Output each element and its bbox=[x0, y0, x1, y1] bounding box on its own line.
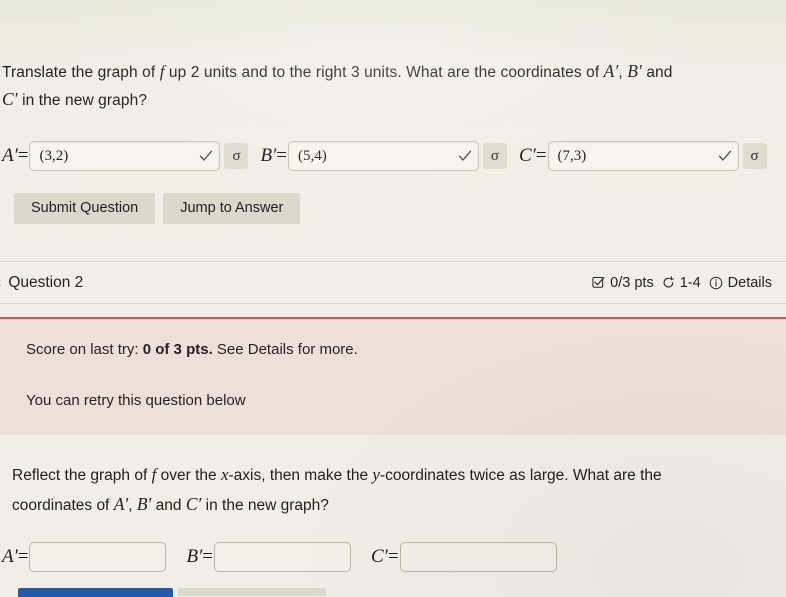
answer2-label-b: B′= bbox=[186, 546, 213, 567]
details-link[interactable]: Details bbox=[709, 275, 772, 291]
answer-label-b: B′= bbox=[260, 145, 287, 166]
answer-label-a: A′= bbox=[2, 145, 29, 166]
answer2-input-a[interactable] bbox=[29, 542, 167, 572]
answer2-input-c[interactable] bbox=[399, 542, 557, 572]
score-badge: 0/3 pts bbox=[592, 275, 654, 291]
answer2-label-c: C′= bbox=[370, 546, 399, 567]
answer2-input-b[interactable] bbox=[213, 542, 351, 572]
prompt-text-1: Translate the graph of bbox=[2, 64, 160, 81]
prompt-comma: , bbox=[618, 64, 628, 81]
check-icon bbox=[718, 149, 732, 163]
score-message: Score on last try: 0 of 3 pts. See Detai… bbox=[26, 341, 786, 358]
prompt2-comma: , bbox=[128, 497, 137, 514]
secondary-action-button[interactable] bbox=[178, 588, 326, 596]
check-icon bbox=[458, 149, 472, 163]
question-1-section: Translate the graph of f up 2 units and … bbox=[0, 0, 786, 261]
answer-input-b[interactable]: (5,4) bbox=[287, 141, 479, 171]
prompt-and: and bbox=[641, 64, 673, 81]
score-prefix: Score on last try: bbox=[26, 341, 143, 358]
sigma-icon[interactable]: σ bbox=[224, 143, 249, 169]
attempts-text: 1-4 bbox=[679, 274, 701, 291]
answer-input-c[interactable]: (7,3) bbox=[547, 141, 739, 171]
question-2-header-bar: ‹ Question 2 0/3 pts 1-4 Details bbox=[0, 262, 786, 303]
retry-icon bbox=[662, 276, 675, 289]
prompt2-text-3: -axis, then make the bbox=[228, 467, 373, 484]
question-title: Question 2 bbox=[8, 273, 84, 291]
prompt2-text-4: -coordinates twice as large. What are th… bbox=[379, 467, 662, 484]
question-1-prompt: Translate the graph of f up 2 units and … bbox=[2, 58, 780, 114]
prompt2-line2-text-2: in the new graph? bbox=[201, 497, 329, 514]
checkbox-icon bbox=[592, 276, 605, 289]
question-2-section: Reflect the graph of f over the x-axis, … bbox=[0, 435, 786, 597]
prompt2-text-2: over the bbox=[156, 467, 221, 484]
chevron-left-icon[interactable]: ‹ bbox=[0, 274, 1, 291]
question-1-button-row: Submit Question Jump to Answer bbox=[14, 193, 301, 224]
score-text: 0/3 pts bbox=[610, 274, 654, 291]
prompt2-line2-text-1: coordinates of bbox=[12, 497, 114, 514]
submit-question-button[interactable]: Submit Question bbox=[14, 193, 156, 224]
math-b-prime: B′ bbox=[136, 494, 152, 514]
math-c-prime: C′ bbox=[2, 89, 18, 109]
math-a-prime: A′ bbox=[603, 61, 619, 81]
score-suffix: See Details for more. bbox=[212, 341, 358, 358]
math-a-prime: A′ bbox=[113, 494, 129, 514]
primary-action-button[interactable] bbox=[18, 588, 173, 597]
math-y: y bbox=[372, 465, 380, 484]
answer-value-a: (3,2) bbox=[39, 147, 69, 164]
question-2-prompt: Reflect the graph of f over the x-axis, … bbox=[12, 460, 772, 520]
prompt2-and: and bbox=[151, 497, 186, 514]
prompt2-text-1: Reflect the graph of bbox=[12, 467, 152, 484]
math-b-prime: B′ bbox=[627, 61, 642, 81]
answer-input-a[interactable]: (3,2) bbox=[29, 141, 221, 171]
retry-message: You can retry this question below bbox=[26, 392, 246, 409]
answer-label-c: C′= bbox=[518, 145, 547, 166]
prompt-text-2: up 2 units and to the right 3 units. Wha… bbox=[164, 64, 604, 81]
math-x: x bbox=[220, 465, 229, 484]
question-nav-left[interactable]: ‹ Question 2 bbox=[0, 274, 83, 292]
check-icon bbox=[199, 149, 213, 163]
jump-to-answer-button[interactable]: Jump to Answer bbox=[163, 193, 301, 224]
answer-value-c: (7,3) bbox=[557, 147, 587, 164]
score-emphasis: 0 of 3 pts. bbox=[142, 341, 213, 358]
attempts-badge: 1-4 bbox=[662, 275, 701, 291]
bottom-toolbar bbox=[0, 586, 786, 597]
answer2-label-a: A′= bbox=[2, 546, 29, 567]
details-text[interactable]: Details bbox=[728, 275, 772, 291]
math-c-prime: C′ bbox=[185, 494, 202, 514]
sigma-icon[interactable]: σ bbox=[742, 143, 767, 169]
divider-bottom bbox=[0, 303, 786, 304]
question-1-answer-row: A′= (3,2) σ B′= (5,4) σ C′= (7,3) σ bbox=[0, 136, 786, 176]
answer-value-b: (5,4) bbox=[297, 147, 327, 164]
score-alert-box: Score on last try: 0 of 3 pts. See Detai… bbox=[0, 317, 786, 435]
info-icon[interactable] bbox=[709, 276, 723, 290]
question-meta: 0/3 pts 1-4 Details bbox=[592, 275, 772, 291]
question-2-answer-row: A′= B′= C′= bbox=[0, 539, 786, 575]
sigma-icon[interactable]: σ bbox=[482, 143, 507, 169]
prompt-text-3: in the new graph? bbox=[17, 92, 148, 109]
